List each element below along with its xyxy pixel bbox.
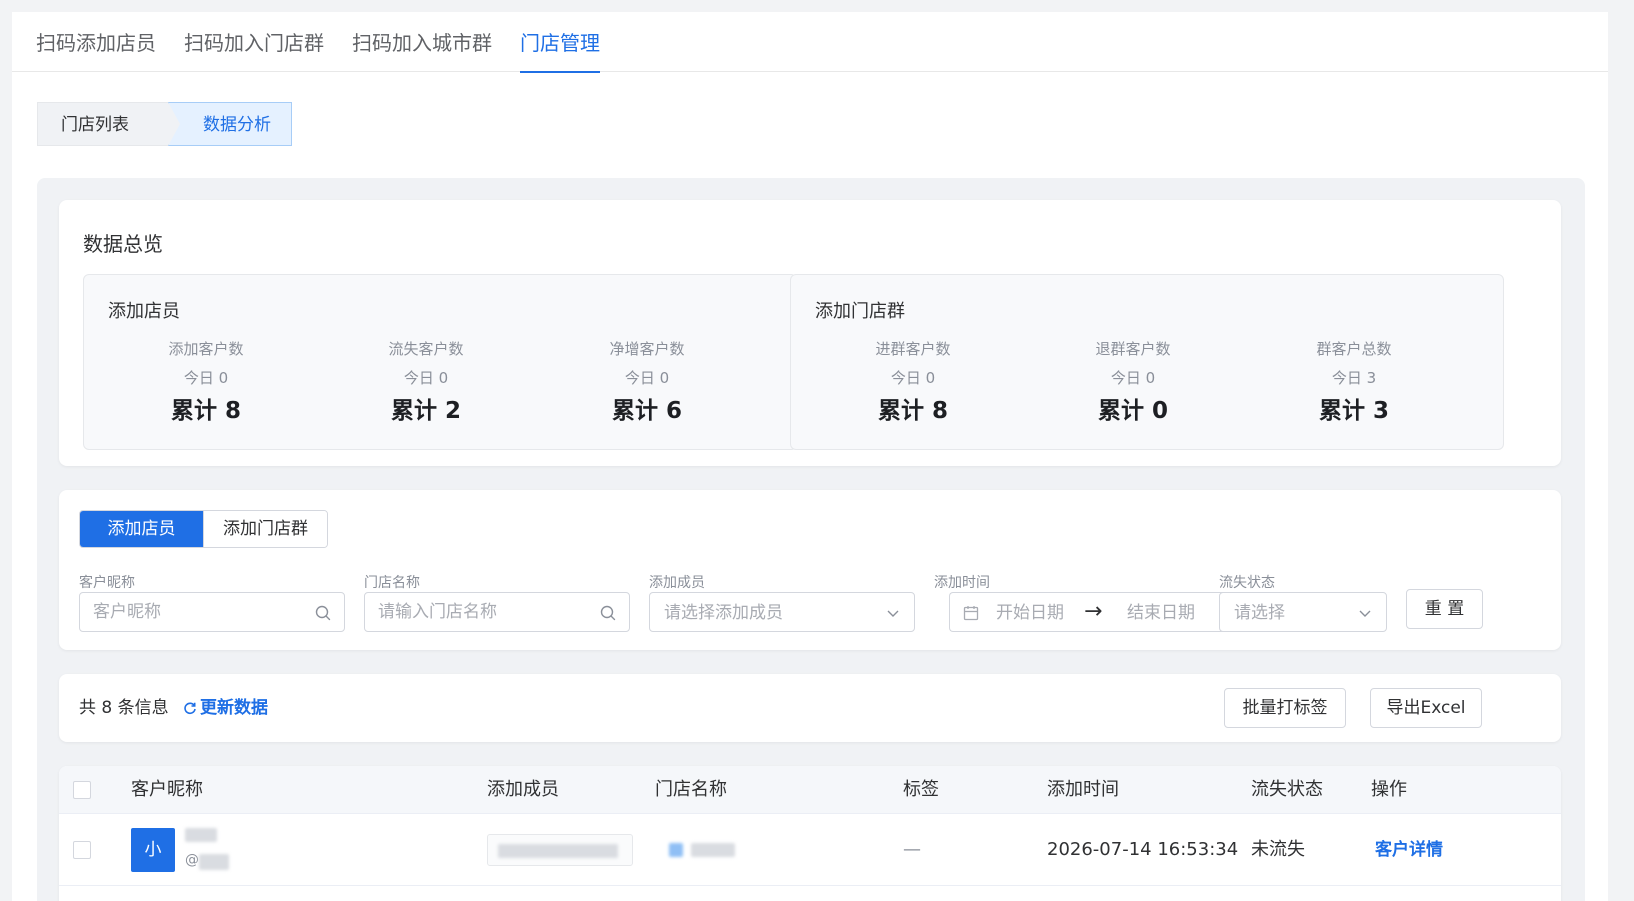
customer-detail-link[interactable]: 客户详情 [1375,814,1443,886]
blurred-store [691,843,735,857]
batch-tag-button[interactable]: 批量打标签 [1224,688,1346,728]
store-input[interactable] [378,593,592,631]
select-all-checkbox[interactable] [73,781,91,799]
store-label: 门店名称 [364,575,420,591]
store-field [364,592,630,632]
row-status: 未流失 [1251,839,1305,860]
metric-today: 今日 0 [183,369,229,387]
metric-lost-customers: 流失客户数 今日 0 累计 2 [311,339,541,426]
metric-added-customers: 添加客户数 今日 0 累计 8 [91,339,321,426]
member-select-placeholder: 请选择添加成员 [664,603,783,623]
overview-title: 数据总览 [83,232,163,256]
metric-total: 累计 3 [1318,398,1389,424]
chevron-down-icon [887,610,899,617]
summary-card: 共 8 条信息 更新数据 批量打标签 导出Excel [59,674,1561,742]
segment-add-store-group[interactable]: 添加门店群 [203,511,327,547]
date-label: 添加时间 [934,575,990,591]
date-range-picker[interactable]: 开始日期 → 结束日期 [949,592,1237,632]
col-store: 门店名称 [655,779,727,800]
nickname-label: 客户昵称 [79,575,135,591]
subtab-data-analysis[interactable]: 数据分析 [168,102,292,146]
col-action: 操作 [1371,779,1407,800]
metric-today: 今日 0 [624,369,670,387]
stat-box-title: 添加店员 [108,301,180,322]
record-count: 共 8 条信息 [79,698,169,718]
subtab-store-list[interactable]: 门店列表 [37,102,184,146]
tab-store-management[interactable]: 门店管理 [520,12,600,73]
metric-name: 添加客户数 [168,340,244,358]
metric-name: 退群客户数 [1095,340,1171,358]
stat-box-add-staff: 添加店员 添加客户数 今日 0 累计 8 流失客户数 今日 0 累计 2 净增客… [83,274,797,450]
member-select[interactable]: 请选择添加成员 [649,592,915,632]
metric-joined-customers: 进群客户数 今日 0 累计 8 [798,339,1028,426]
export-excel-button[interactable]: 导出Excel [1370,688,1482,728]
overview-card: 数据总览 添加店员 添加客户数 今日 0 累计 8 流失客户数 今日 0 累计 … [59,200,1561,466]
nickname-sub: @ [185,852,199,868]
page: 扫码添加店员 扫码加入门店群 扫码加入城市群 门店管理 门店列表 数据分析 数据… [12,12,1608,901]
store-icon [669,843,683,857]
col-nickname: 客户昵称 [131,779,203,800]
stat-box-add-store-group: 添加门店群 进群客户数 今日 0 累计 8 退群客户数 今日 0 累计 0 群客… [790,274,1504,450]
col-member: 添加成员 [487,779,559,800]
blurred-member [498,844,618,858]
filter-card: 添加店员 添加门店群 客户昵称 门店名称 添加成员 请选择添加成员 添加时间 [59,490,1561,650]
row-tag: — [903,839,921,860]
metric-total: 累计 0 [1097,398,1168,424]
segment-control: 添加店员 添加门店群 [79,510,328,548]
date-end[interactable]: 结束日期 [1127,593,1195,633]
chevron-down-icon [1359,610,1371,617]
metric-name: 群客户总数 [1316,340,1392,358]
metric-name: 流失客户数 [388,340,464,358]
metric-today: 今日 3 [1331,369,1377,387]
metric-total: 累计 8 [877,398,948,424]
search-icon[interactable] [599,604,617,622]
top-tab-bar: 扫码添加店员 扫码加入门店群 扫码加入城市群 门店管理 [12,12,1608,73]
metric-net-customers: 净增客户数 今日 0 累计 6 [532,339,762,426]
table-row[interactable]: 小 @ — 2026-07-14 16:53:34 未流失 客户详情 [59,814,1561,886]
date-start[interactable]: 开始日期 [996,593,1064,633]
metric-name: 净增客户数 [609,340,685,358]
metric-today: 今日 0 [1110,369,1156,387]
metric-total: 累计 8 [170,398,241,424]
col-time: 添加时间 [1047,779,1119,800]
nickname-input[interactable] [93,593,307,631]
col-status: 流失状态 [1251,779,1323,800]
metric-group-total-customers: 群客户总数 今日 3 累计 3 [1239,339,1469,426]
row-checkbox[interactable] [73,841,91,859]
refresh-data-label: 更新数据 [200,698,268,718]
search-icon[interactable] [314,604,332,622]
reset-button[interactable]: 重 置 [1406,589,1483,629]
customer-table: 客户昵称 添加成员 门店名称 标签 添加时间 流失状态 操作 小 @ — 202… [59,766,1561,901]
col-tag: 标签 [903,779,939,800]
avatar: 小 [131,828,175,872]
member-chip [487,834,633,866]
arrow-right-icon: → [1084,599,1103,624]
metric-total: 累计 6 [611,398,682,424]
member-label: 添加成员 [649,575,705,591]
tab-scan-add-staff[interactable]: 扫码添加店员 [36,12,156,72]
churn-select[interactable]: 请选择 [1219,592,1387,632]
blurred-handle [199,854,229,870]
nickname-field [79,592,345,632]
churn-label: 流失状态 [1219,575,1275,591]
metric-total: 累计 2 [390,398,461,424]
table-header: 客户昵称 添加成员 门店名称 标签 添加时间 流失状态 操作 [59,766,1561,814]
segment-add-staff[interactable]: 添加店员 [80,511,203,547]
metric-today: 今日 0 [890,369,936,387]
workspace: 数据总览 添加店员 添加客户数 今日 0 累计 8 流失客户数 今日 0 累计 … [37,178,1585,901]
tab-scan-join-store-group[interactable]: 扫码加入门店群 [184,12,324,72]
metric-name: 进群客户数 [875,340,951,358]
metric-today: 今日 0 [403,369,449,387]
blurred-nickname [185,828,217,842]
churn-select-placeholder: 请选择 [1234,603,1285,623]
refresh-icon [184,702,196,715]
calendar-icon [963,606,979,621]
refresh-data-link[interactable]: 更新数据 [183,674,268,742]
row-time: 2026-07-14 16:53:34 [1047,839,1239,860]
stat-box-title: 添加门店群 [815,301,905,322]
tab-scan-join-city-group[interactable]: 扫码加入城市群 [352,12,492,72]
metric-left-customers: 退群客户数 今日 0 累计 0 [1018,339,1248,426]
